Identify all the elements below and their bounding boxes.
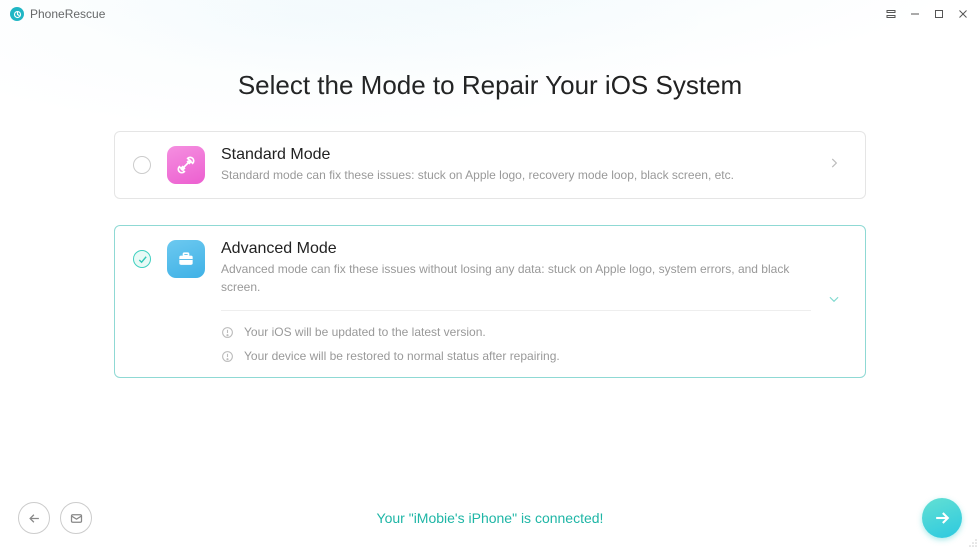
info-icon [221, 326, 234, 339]
title-bar: PhoneRescue [0, 0, 980, 28]
chevron-right-icon [827, 156, 841, 175]
note-row: Your iOS will be updated to the latest v… [221, 325, 811, 339]
mode-desc-advanced: Advanced mode can fix these issues witho… [221, 260, 811, 296]
app-logo-icon [10, 7, 24, 21]
connection-status: Your "iMobie's iPhone" is connected! [0, 510, 980, 526]
maximize-icon[interactable] [932, 7, 946, 21]
note-row: Your device will be restored to normal s… [221, 349, 811, 363]
mail-button[interactable] [60, 502, 92, 534]
note-text: Your device will be restored to normal s… [244, 349, 560, 363]
mode-title-standard: Standard Mode [221, 146, 811, 164]
info-icon [221, 350, 234, 363]
back-button[interactable] [18, 502, 50, 534]
minimize-icon[interactable] [908, 7, 922, 21]
chevron-down-icon [827, 292, 841, 311]
app-name: PhoneRescue [30, 7, 105, 21]
briefcase-icon [167, 240, 205, 278]
next-button[interactable] [922, 498, 962, 538]
window-controls [884, 7, 970, 21]
resize-grip-icon[interactable] [968, 538, 978, 548]
mode-card-standard[interactable]: Standard Mode Standard mode can fix thes… [114, 131, 866, 199]
mode-options: Standard Mode Standard mode can fix thes… [114, 131, 866, 378]
mode-desc-standard: Standard mode can fix these issues: stuc… [221, 166, 811, 184]
mode-card-advanced[interactable]: Advanced Mode Advanced mode can fix thes… [114, 225, 866, 378]
menu-icon[interactable] [884, 7, 898, 21]
radio-standard[interactable] [133, 156, 151, 174]
page-title: Select the Mode to Repair Your iOS Syste… [0, 70, 980, 101]
mode-title-advanced: Advanced Mode [221, 240, 811, 258]
wrench-icon [167, 146, 205, 184]
footer: Your "iMobie's iPhone" is connected! [0, 486, 980, 550]
radio-advanced[interactable] [133, 250, 151, 268]
advanced-notes: Your iOS will be updated to the latest v… [221, 310, 811, 363]
close-icon[interactable] [956, 7, 970, 21]
note-text: Your iOS will be updated to the latest v… [244, 325, 486, 339]
